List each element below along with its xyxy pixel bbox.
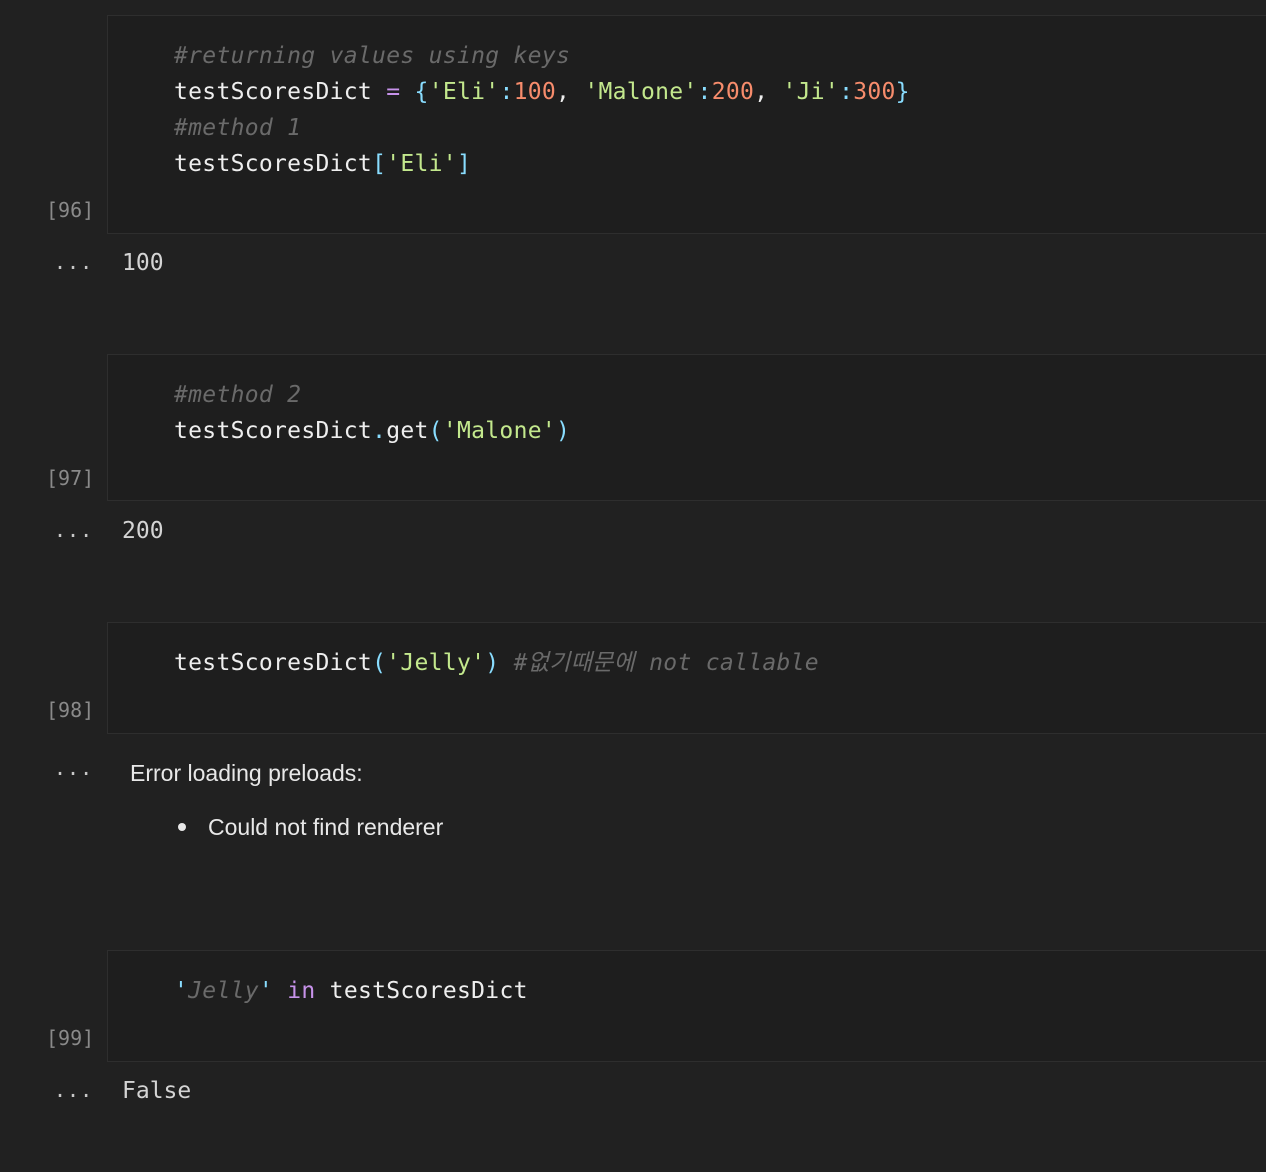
- code-cell-96[interactable]: #returning values using keys testScoresD…: [107, 15, 1266, 234]
- cell-output: 100: [122, 250, 164, 276]
- code-punct: (: [428, 418, 443, 444]
- code-line: testScoresDict.get('Malone'): [174, 413, 570, 449]
- code-line: testScoresDict('Jelly') #없기때문에 not calla…: [174, 645, 819, 681]
- code-string: 'Jelly': [386, 650, 486, 676]
- code-number: 300: [853, 79, 896, 105]
- output-menu-icon[interactable]: ...: [54, 518, 93, 542]
- code-punct: ): [556, 418, 571, 444]
- code-method: get: [386, 418, 429, 444]
- code-variable: testScoresDict: [174, 650, 373, 676]
- code-string: 'Malone': [584, 79, 698, 105]
- execution-count: [98]: [46, 698, 95, 722]
- code-comment: #없기때문에 not callable: [513, 650, 819, 676]
- code-punct: :: [839, 79, 854, 105]
- code-punct: [: [372, 151, 387, 177]
- code-punct: {: [414, 79, 429, 105]
- execution-count: [97]: [46, 466, 95, 490]
- code-cell-97[interactable]: #method 2 testScoresDict.get('Malone'): [107, 354, 1266, 501]
- code-keyword: in: [287, 978, 316, 1004]
- output-menu-icon[interactable]: ...: [54, 1078, 93, 1102]
- code-quote: ': [174, 978, 189, 1004]
- execution-count: [96]: [46, 198, 95, 222]
- code-line: #returning values using keys: [174, 38, 570, 74]
- code-punct: ,: [754, 79, 769, 105]
- error-title: Error loading preloads:: [130, 760, 363, 786]
- code-punct: ,: [556, 79, 571, 105]
- error-list-item: Could not find renderer: [178, 814, 443, 841]
- code-variable: testScoresDict: [174, 79, 373, 105]
- cell-output: 200: [122, 518, 164, 544]
- code-variable: testScoresDict: [174, 418, 373, 444]
- code-line: testScoresDict['Eli']: [174, 146, 471, 182]
- bullet-icon: [178, 822, 186, 831]
- code-comment: #method 2: [174, 382, 302, 408]
- code-number: 100: [513, 79, 557, 105]
- code-comment: #method 1: [174, 115, 302, 141]
- code-operator: =: [386, 79, 401, 105]
- code-line: #method 2: [174, 377, 301, 413]
- code-punct: ]: [456, 151, 472, 177]
- code-string: 'Ji': [782, 79, 840, 105]
- code-cell-99[interactable]: 'Jelly' in testScoresDict: [107, 950, 1266, 1062]
- code-punct: :: [499, 79, 514, 105]
- execution-count: [99]: [46, 1026, 95, 1050]
- code-string: 'Malone': [442, 418, 557, 444]
- code-punct: (: [372, 650, 387, 676]
- code-variable: testScoresDict: [329, 978, 528, 1004]
- code-string: 'Eli': [428, 79, 500, 105]
- code-punct: .: [372, 418, 387, 444]
- code-variable: testScoresDict: [174, 151, 373, 177]
- code-line: 'Jelly' in testScoresDict: [174, 973, 528, 1009]
- code-line: testScoresDict = {'Eli':100, 'Malone':20…: [174, 74, 910, 110]
- code-quote: ': [258, 978, 274, 1004]
- cell-output: False: [122, 1078, 192, 1104]
- code-punct: ): [485, 650, 500, 676]
- code-string: Jelly: [188, 978, 259, 1004]
- output-menu-icon[interactable]: ...: [54, 756, 93, 780]
- code-string: 'Eli': [386, 151, 457, 177]
- code-line: #method 1: [174, 110, 301, 146]
- code-comment: #returning values using keys: [174, 43, 571, 69]
- code-cell-98[interactable]: testScoresDict('Jelly') #없기때문에 not calla…: [107, 622, 1266, 734]
- code-number: 200: [711, 79, 755, 105]
- code-punct: }: [895, 79, 910, 105]
- error-item-text: Could not find renderer: [208, 814, 444, 840]
- code-punct: :: [697, 79, 712, 105]
- output-menu-icon[interactable]: ...: [54, 250, 93, 274]
